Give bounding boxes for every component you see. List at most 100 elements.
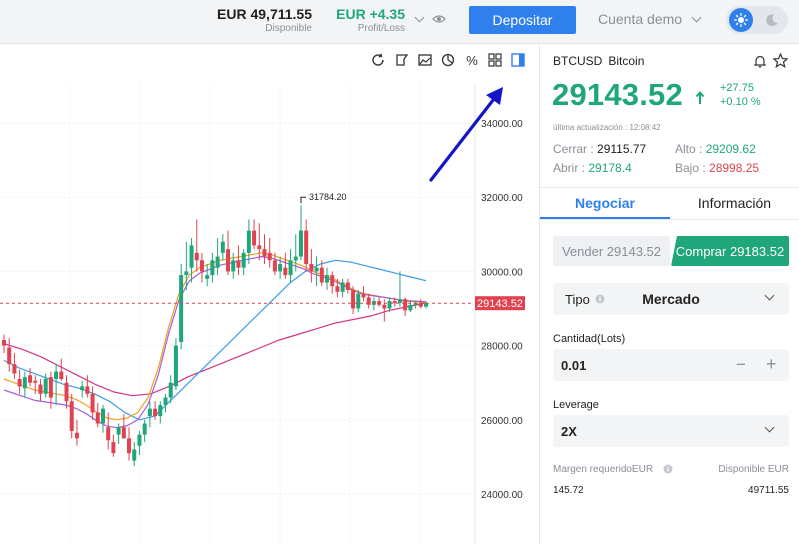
draw-icon[interactable] bbox=[394, 52, 410, 68]
candle-body bbox=[90, 393, 95, 413]
quantity-stepper[interactable]: 0.01 − + bbox=[553, 349, 789, 381]
chevron-down-icon[interactable] bbox=[414, 12, 425, 23]
moon-icon[interactable] bbox=[762, 10, 782, 30]
high-marker-icon bbox=[300, 196, 306, 204]
chart-grid bbox=[0, 85, 474, 544]
chart-canvas[interactable]: 34000.00 32000.00 30000.00 28000.00 26000.00… bbox=[0, 45, 538, 544]
panel-toggle-icon[interactable] bbox=[510, 52, 526, 68]
balance-value: EUR 49,711.55 bbox=[217, 6, 312, 22]
minus-icon[interactable]: − bbox=[736, 355, 746, 375]
symbol-name: Bitcoin bbox=[608, 54, 645, 68]
sun-icon[interactable] bbox=[729, 8, 753, 32]
star-icon[interactable] bbox=[773, 53, 788, 68]
candle-body bbox=[158, 404, 163, 417]
price-axis-label: 34000.00 bbox=[481, 119, 523, 130]
candle-body bbox=[17, 378, 22, 387]
candle-body bbox=[69, 401, 74, 431]
price-axis-label: 30000.00 bbox=[481, 267, 523, 278]
candle-body bbox=[241, 252, 246, 268]
profit-display[interactable]: EUR +4.35 Profit/Loss bbox=[336, 6, 405, 35]
annotation-arrow bbox=[429, 93, 499, 182]
symbol-header: BTCUSD Bitcoin bbox=[553, 54, 644, 68]
stat-open-label: Abrir : bbox=[553, 161, 586, 175]
plus-icon[interactable]: + bbox=[766, 354, 777, 375]
leverage-select[interactable]: 2X bbox=[553, 415, 789, 447]
tab-trade[interactable]: Negociar bbox=[540, 188, 670, 219]
arrow-up-icon bbox=[695, 91, 705, 104]
stat-close-value: 29115.77 bbox=[597, 142, 647, 156]
balance-label: Disponible bbox=[265, 23, 312, 34]
candles bbox=[2, 205, 428, 467]
bell-icon[interactable] bbox=[753, 54, 767, 68]
candle-body bbox=[137, 434, 142, 446]
candle-body bbox=[278, 263, 283, 272]
margin-label: Margen requeridoEUR bbox=[553, 464, 654, 475]
candle-body bbox=[121, 427, 126, 439]
candle-body bbox=[220, 241, 225, 253]
grid-icon[interactable] bbox=[487, 52, 503, 68]
candle-body bbox=[319, 267, 324, 283]
candle-body bbox=[127, 438, 132, 454]
balance-display: EUR 49,711.55 Disponible bbox=[217, 6, 312, 35]
deposit-button[interactable]: Depositar bbox=[469, 6, 576, 34]
candle-body bbox=[314, 267, 319, 272]
candle-body bbox=[147, 408, 152, 417]
candle-body bbox=[153, 408, 158, 417]
candle-body bbox=[226, 249, 231, 272]
high-marker-label: 31784.20 bbox=[309, 192, 347, 202]
candle-body bbox=[272, 260, 277, 272]
eye-icon[interactable] bbox=[432, 14, 446, 24]
account-selector[interactable]: Cuenta demo bbox=[598, 11, 682, 27]
stat-high: Alto : 29209.62 bbox=[675, 142, 756, 156]
stat-low: Bajo : 28998.25 bbox=[675, 161, 759, 175]
image-icon[interactable] bbox=[417, 52, 433, 68]
refresh-icon[interactable] bbox=[370, 52, 386, 68]
candle-body bbox=[392, 301, 397, 303]
stat-high-value: 29209.62 bbox=[705, 142, 756, 156]
price-chart[interactable]: 34000.00 32000.00 30000.00 28000.00 26000.00… bbox=[0, 45, 538, 544]
candle-body bbox=[330, 275, 335, 287]
candle-body bbox=[199, 260, 204, 272]
tab-info[interactable]: Información bbox=[670, 188, 799, 219]
stat-low-value: 28998.25 bbox=[709, 161, 760, 175]
candle-body bbox=[267, 252, 272, 261]
candle-body bbox=[424, 303, 428, 307]
candle-body bbox=[116, 427, 121, 435]
candle-body bbox=[43, 378, 48, 394]
quantity-value[interactable]: 0.01 bbox=[561, 358, 586, 373]
stat-close-label: Cerrar : bbox=[553, 142, 594, 156]
sell-button[interactable]: Vender 29143.52 bbox=[553, 236, 670, 266]
candle-body bbox=[22, 377, 27, 389]
chevron-down-icon[interactable] bbox=[691, 12, 702, 23]
candle-body bbox=[288, 260, 293, 276]
candle-body bbox=[48, 377, 53, 398]
stat-open: Abrir : 29178.4 bbox=[553, 161, 632, 175]
percent-icon[interactable]: % bbox=[464, 52, 480, 68]
buy-button[interactable]: Comprar 29183.52 bbox=[671, 236, 789, 266]
margin-value: 145.72 bbox=[553, 485, 584, 496]
info-icon[interactable] bbox=[663, 464, 673, 474]
price-axis-label: 26000.00 bbox=[481, 416, 523, 427]
candle-body bbox=[345, 282, 350, 290]
chevron-down-icon[interactable] bbox=[764, 422, 775, 433]
stat-low-label: Bajo : bbox=[675, 161, 706, 175]
top-bar: EUR 49,711.55 Disponible EUR +4.35 Profi… bbox=[0, 0, 799, 44]
candle-body bbox=[387, 301, 392, 309]
pie-icon[interactable] bbox=[440, 52, 456, 68]
candle-body bbox=[95, 412, 100, 424]
candle-body bbox=[231, 260, 236, 272]
candle-body bbox=[33, 380, 38, 383]
theme-toggle[interactable] bbox=[726, 6, 788, 34]
candle-body bbox=[382, 304, 387, 309]
candle-body bbox=[132, 449, 137, 461]
order-type-value: Mercado bbox=[642, 291, 700, 307]
candle-body bbox=[403, 299, 408, 311]
candle-body bbox=[298, 230, 303, 257]
candle-body bbox=[28, 375, 33, 383]
candle-body bbox=[262, 249, 267, 257]
candle-body bbox=[85, 386, 90, 394]
ma-long-line bbox=[3, 302, 427, 397]
candle-body bbox=[397, 299, 402, 303]
last-update: última actualización : 12:08:42 bbox=[553, 123, 661, 132]
order-type-select[interactable]: Tipo Mercado bbox=[553, 283, 789, 315]
